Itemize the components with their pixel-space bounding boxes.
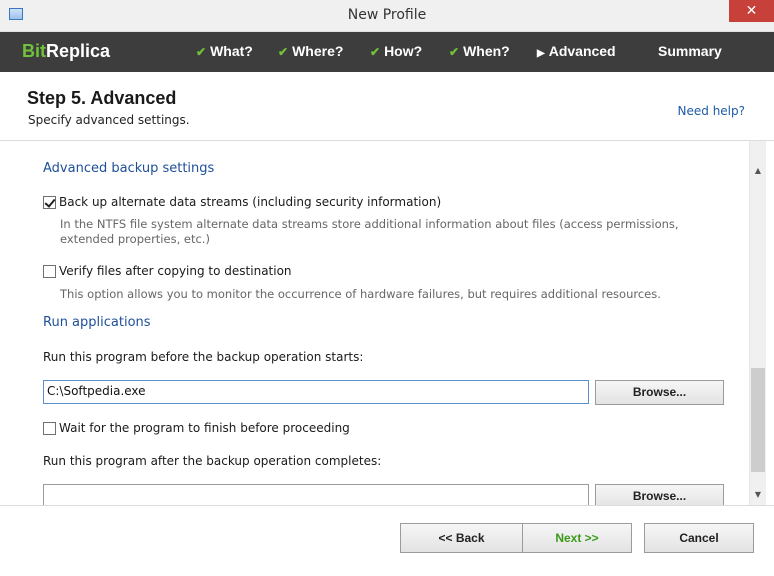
step-advanced[interactable]: ▶ Advanced [537, 43, 616, 59]
page-header: Step 5. Advanced Specify advanced settin… [0, 72, 774, 141]
back-button[interactable]: << Back [400, 523, 523, 553]
check-icon: ✔ [196, 45, 207, 59]
streams-checkbox[interactable] [43, 196, 56, 209]
step-label: Where? [292, 43, 344, 59]
wizard-footer: << Back Next >> Cancel [0, 505, 774, 576]
verify-checkbox[interactable] [43, 265, 56, 278]
step-label: How? [384, 43, 423, 59]
step-when[interactable]: ✔ When? [449, 43, 510, 59]
close-button[interactable]: ✕ [729, 0, 774, 22]
next-button[interactable]: Next >> [522, 523, 632, 553]
verify-label[interactable]: Verify files after copying to destinatio… [59, 264, 292, 278]
step-how[interactable]: ✔ How? [370, 43, 422, 59]
brand-logo: BitReplica [22, 41, 110, 62]
settings-panel: Advanced backup settings Back up alterna… [0, 141, 774, 505]
brand-prefix: Bit [22, 41, 46, 61]
verify-description: This option allows you to monitor the oc… [60, 287, 661, 301]
step-where[interactable]: ✔ Where? [278, 43, 343, 59]
title-bar: New Profile ✕ [0, 0, 774, 32]
check-icon: ✔ [449, 45, 460, 59]
browse-before-button[interactable]: Browse... [595, 380, 724, 405]
scroll-up-icon[interactable]: ▲ [750, 163, 766, 179]
run-applications-heading: Run applications [43, 315, 151, 330]
wait-checkbox[interactable] [43, 422, 56, 435]
window-title: New Profile [347, 7, 427, 23]
before-program-label: Run this program before the backup opera… [43, 350, 364, 364]
window: New Profile ✕ BitReplica ✔ What? ✔ Where? … [0, 0, 774, 576]
browse-after-button[interactable]: Browse... [595, 484, 724, 505]
help-link[interactable]: Need help? [678, 104, 745, 118]
cancel-button[interactable]: Cancel [644, 523, 754, 553]
step-label: Summary [658, 43, 722, 59]
current-step-arrow-icon: ▶ [537, 48, 545, 59]
check-icon: ✔ [278, 45, 289, 59]
step-what[interactable]: ✔ What? [196, 43, 253, 59]
step-summary[interactable]: Summary [658, 43, 722, 59]
page-title: Step 5. Advanced [27, 88, 177, 108]
streams-description: In the NTFS file system alternate data s… [60, 217, 679, 246]
step-label: When? [463, 43, 510, 59]
step-label: Advanced [548, 43, 616, 59]
advanced-settings-heading: Advanced backup settings [43, 161, 215, 176]
brand-suffix: Replica [46, 41, 111, 61]
wait-label[interactable]: Wait for the program to finish before pr… [59, 421, 350, 435]
scroll-thumb[interactable] [751, 368, 765, 472]
page-subtitle: Specify advanced settings. [28, 113, 190, 127]
step-label: What? [210, 43, 253, 59]
vertical-scrollbar[interactable]: ▲ ▼ [749, 141, 766, 505]
wizard-nav: BitReplica ✔ What? ✔ Where? ✔ How? ✔ When? ▶… [0, 32, 774, 72]
check-icon: ✔ [370, 45, 381, 59]
after-program-input[interactable] [43, 484, 589, 505]
scroll-down-icon[interactable]: ▼ [750, 487, 766, 503]
streams-label[interactable]: Back up alternate data streams (includin… [59, 195, 441, 209]
after-program-label: Run this program after the backup operat… [43, 454, 382, 468]
before-program-input[interactable]: C:\Softpedia.exe [43, 380, 589, 404]
